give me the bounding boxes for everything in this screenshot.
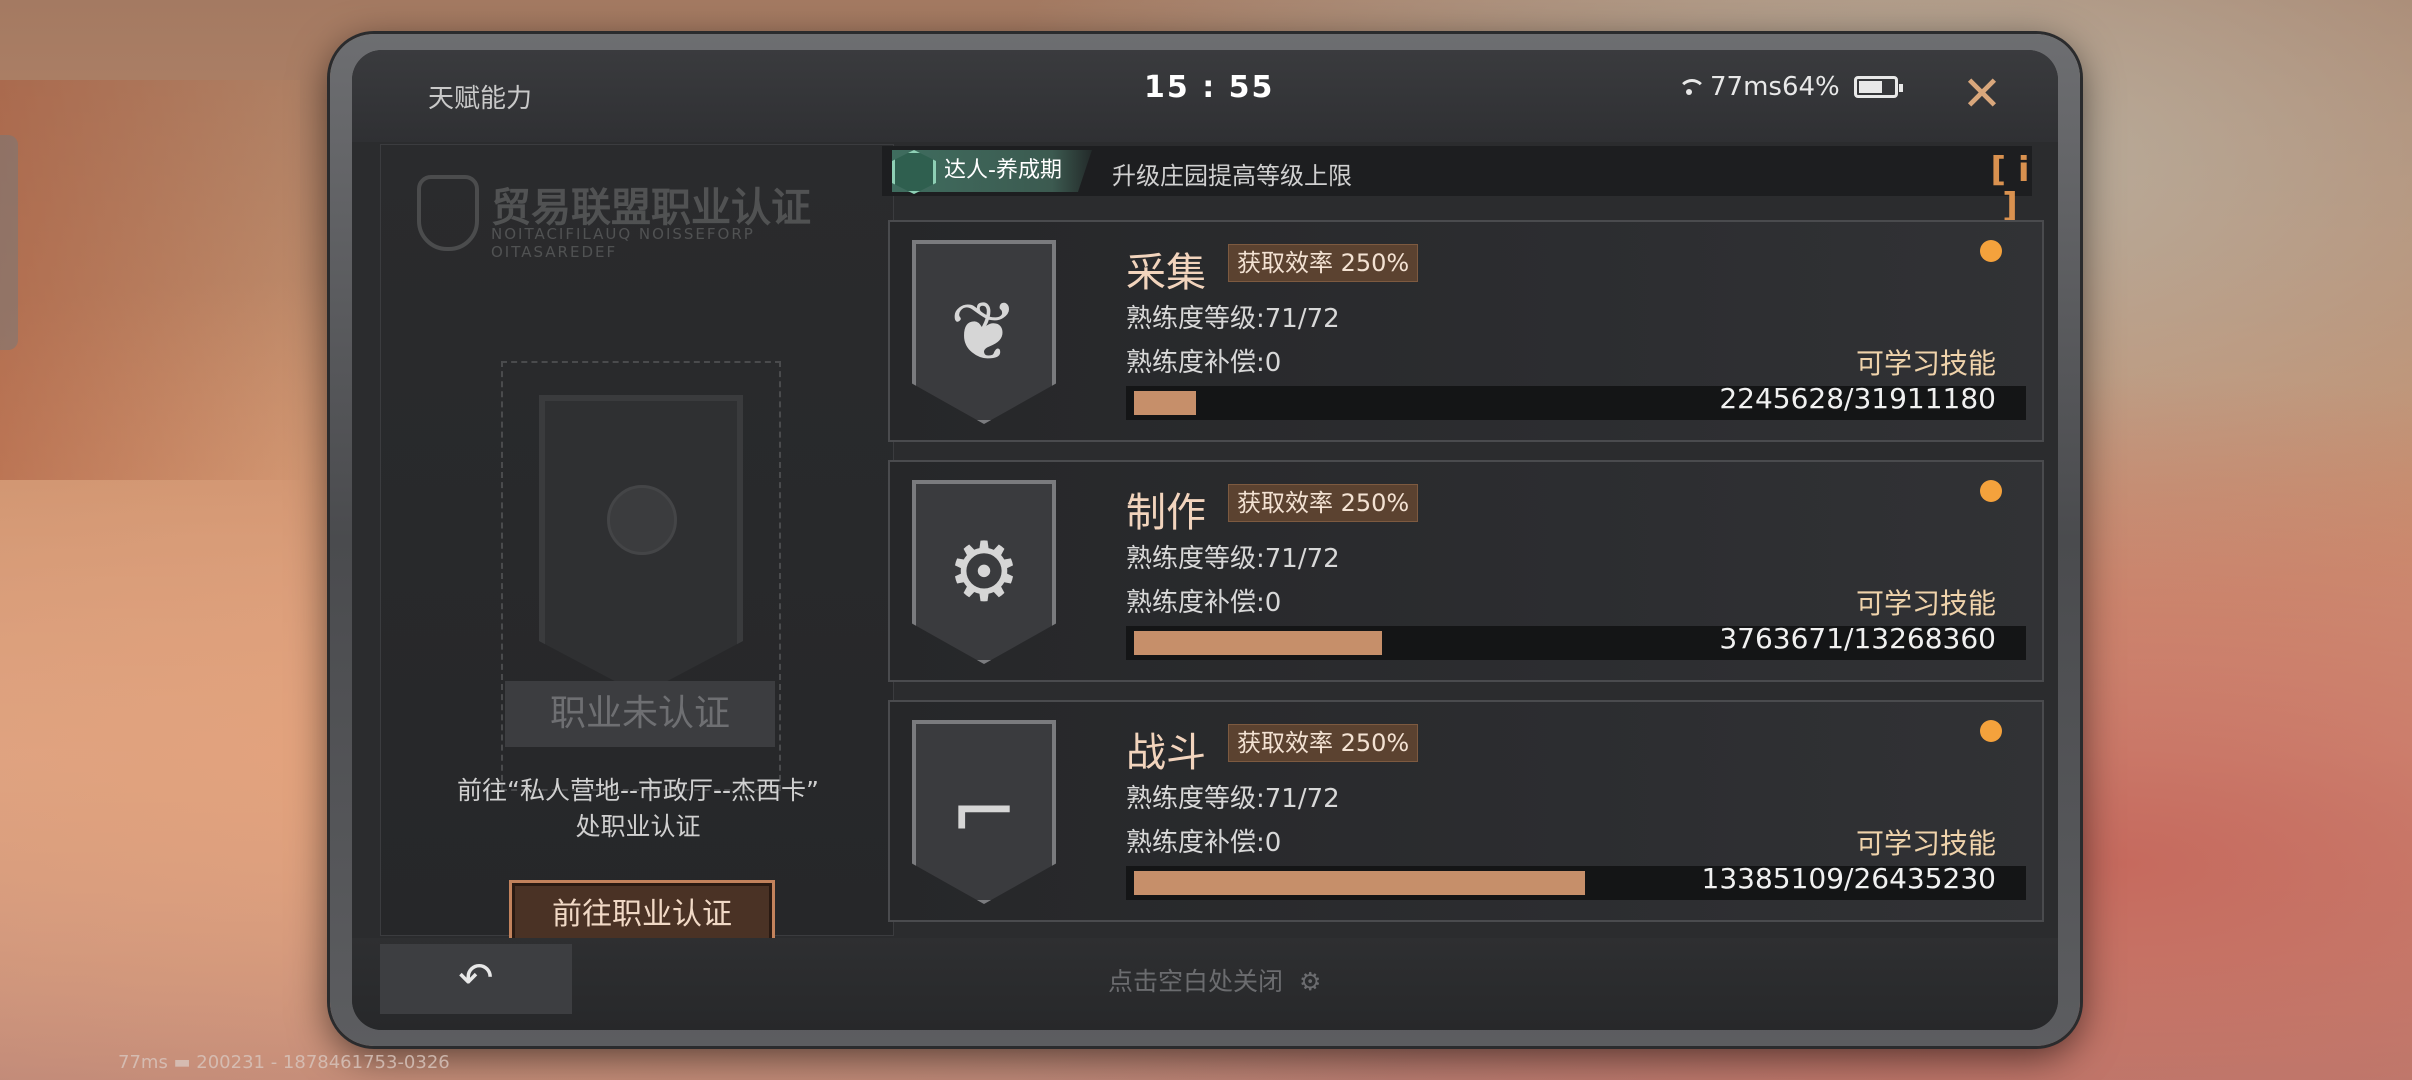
certification-panel: 贸易联盟职业认证 NOITACIFILAUQ NOISSEFORP OITASA… <box>380 144 894 950</box>
progress-fill <box>1134 391 1196 415</box>
progress-text: 3763671/13268360 <box>1719 622 1996 655</box>
progress-text: 2245628/31911180 <box>1719 382 1996 415</box>
background-blur <box>0 80 300 480</box>
clock: 15 : 55 <box>1144 70 1275 105</box>
skill-level: 熟练度等级:71/72 <box>1126 784 1340 814</box>
herb-icon: ❦ <box>912 240 1056 424</box>
status-text: 77ms64% <box>1710 72 1840 102</box>
skill-card-combat[interactable]: ⌐ 战斗 获取效率 250% 熟练度等级:71/72 熟练度补偿:0 可学习技能… <box>888 700 2044 922</box>
wifi-icon <box>1676 77 1706 97</box>
progress-text: 13385109/26435230 <box>1701 862 1996 895</box>
bottom-bar: ↶ 点击空白处关闭 ⚙ <box>352 938 2058 1030</box>
close-hint[interactable]: 点击空白处关闭 ⚙ <box>1108 962 1321 998</box>
efficiency-tag: 获取效率 250% <box>1228 484 1419 522</box>
notification-dot <box>1980 480 2002 502</box>
learnable-skills-link[interactable]: 可学习技能 <box>1856 582 1996 622</box>
close-hint-text: 点击空白处关闭 <box>1108 967 1284 996</box>
skill-compensation: 熟练度补偿:0 <box>1126 348 1282 378</box>
status-indicators: 77ms64% <box>1676 72 1903 102</box>
alliance-logo-icon <box>417 175 479 251</box>
back-button[interactable]: ↶ <box>380 944 572 1014</box>
skill-level: 熟练度等级:71/72 <box>1126 304 1340 334</box>
battery-icon <box>1853 76 1903 98</box>
window-title: 天赋能力 <box>428 84 533 114</box>
progress-fill <box>1134 631 1382 655</box>
cert-status-label: 职业未认证 <box>505 681 775 747</box>
skill-compensation: 熟练度补偿:0 <box>1126 588 1282 618</box>
close-button[interactable]: ✕ <box>1952 64 2012 124</box>
skill-name: 采集 <box>1126 250 1206 296</box>
side-pull-tab[interactable] <box>0 135 18 350</box>
debug-status-line: 77ms ▬ 200231 - 1878461753-0326 <box>118 1052 450 1073</box>
skill-card-gather[interactable]: ❦ 采集 获取效率 250% 熟练度等级:71/72 熟练度补偿:0 可学习技能… <box>888 220 2044 442</box>
close-icon: ✕ <box>1961 66 2003 122</box>
skill-name: 制作 <box>1126 490 1206 536</box>
badge-emblem-icon <box>607 485 677 555</box>
period-bar: 达人-养成期 升级庄园提高等级上限 [ i ] <box>882 146 2032 224</box>
skill-level: 熟练度等级:71/72 <box>1126 544 1340 574</box>
period-description: 升级庄园提高等级上限 <box>1112 162 1352 190</box>
learnable-skills-link[interactable]: 可学习技能 <box>1856 822 1996 862</box>
hammer-gear-icon: ⚙ <box>912 480 1056 664</box>
gear-icon: ⚙ <box>1298 967 1322 996</box>
guide-line-2: 处职业认证 <box>575 812 701 841</box>
learnable-skills-link[interactable]: 可学习技能 <box>1856 342 1996 382</box>
skill-name: 战斗 <box>1126 730 1206 776</box>
progress-fill <box>1134 871 1585 895</box>
efficiency-tag: 获取效率 250% <box>1228 244 1419 282</box>
top-bar: 天赋能力 15 : 55 77ms64% ✕ <box>352 50 2058 142</box>
talent-window: 天赋能力 15 : 55 77ms64% ✕ 贸易联盟职业认证 NOITACIF… <box>352 50 2058 1030</box>
skill-compensation: 熟练度补偿:0 <box>1126 828 1282 858</box>
guide-line-1: 前往“私人营地--市政厅--杰西卡” <box>457 776 819 805</box>
cert-guide-text: 前往“私人营地--市政厅--杰西卡” 处职业认证 <box>391 773 885 845</box>
gun-icon: ⌐ <box>912 720 1056 904</box>
skill-card-craft[interactable]: ⚙ 制作 获取效率 250% 熟练度等级:71/72 熟练度补偿:0 可学习技能… <box>888 460 2044 682</box>
cert-subtitle: NOITACIFILAUQ NOISSEFORP OITASAREDEF <box>491 225 755 261</box>
notification-dot <box>1980 720 2002 742</box>
cert-header: 贸易联盟职业认证 NOITACIFILAUQ NOISSEFORP OITASA… <box>417 175 857 261</box>
back-arrow-icon: ↶ <box>458 953 494 1002</box>
efficiency-tag: 获取效率 250% <box>1228 724 1419 762</box>
notification-dot <box>1980 240 2002 262</box>
info-button[interactable]: [ i ] <box>1982 152 2038 224</box>
